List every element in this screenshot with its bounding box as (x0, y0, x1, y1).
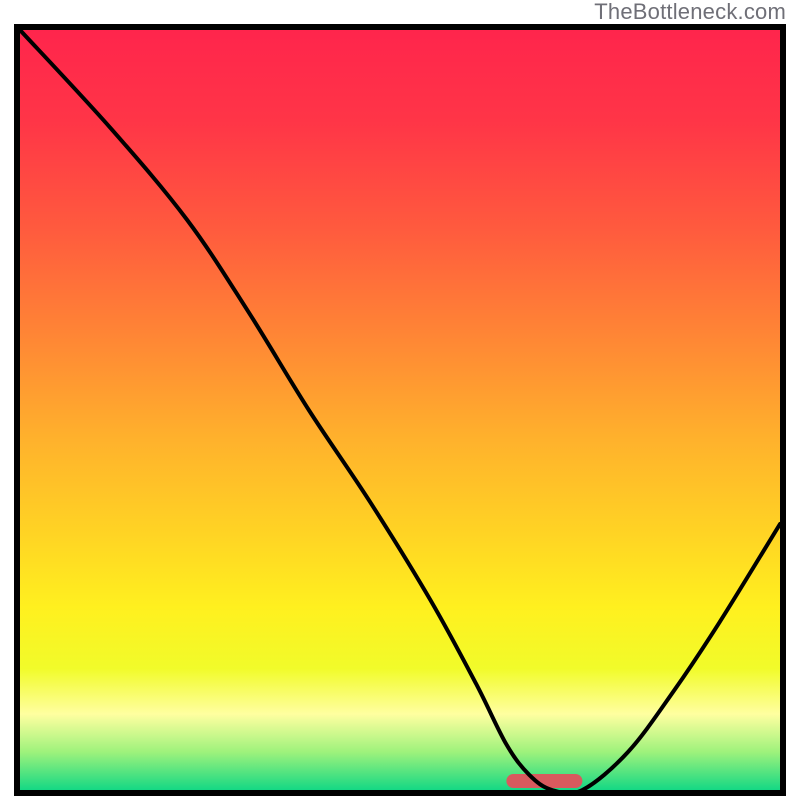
attribution-text: TheBottleneck.com (594, 0, 786, 24)
gradient-background (20, 30, 780, 790)
bottleneck-chart (14, 24, 786, 796)
chart-svg (20, 30, 780, 790)
